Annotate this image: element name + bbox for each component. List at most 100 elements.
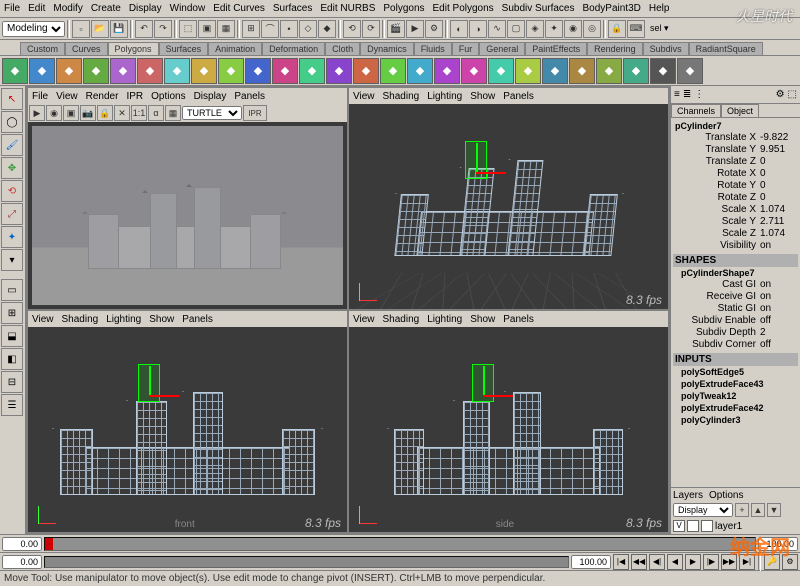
step-fwd-icon[interactable]: ▶▶ <box>721 554 737 570</box>
shelf-tab-general[interactable]: General <box>479 42 525 55</box>
snap-curve-icon[interactable]: ⌒ <box>261 20 279 38</box>
select-by-component-icon[interactable]: ▦ <box>217 20 235 38</box>
channel-attr[interactable]: Rotate Y0 <box>673 180 798 192</box>
outliner-pane-icon[interactable]: ☰ <box>1 394 23 416</box>
mask-dynamic-icon[interactable]: ✦ <box>545 20 563 38</box>
vp-menu-shading[interactable]: Shading <box>383 91 420 102</box>
shelf-tab-radiantsquare[interactable]: RadiantSquare <box>689 42 763 55</box>
shelf-tab-custom[interactable]: Custom <box>20 42 65 55</box>
undo-icon[interactable]: ↶ <box>135 20 153 38</box>
shelf-poly-icon-15[interactable]: ◆ <box>407 58 433 84</box>
select-tool-icon[interactable]: ↖ <box>1 88 23 110</box>
shelf-poly-icon-12[interactable]: ◆ <box>326 58 352 84</box>
layers-options-tab[interactable]: Options <box>709 490 743 501</box>
channel-attr[interactable]: Rotate Z0 <box>673 192 798 204</box>
rotate-tool-icon[interactable]: ⟲ <box>1 180 23 202</box>
menu-file[interactable]: File <box>4 3 20 14</box>
manip-tool-icon[interactable]: ✦ <box>1 226 23 248</box>
time-slider[interactable] <box>0 534 800 552</box>
scale-tool-icon[interactable]: ⤢ <box>1 203 23 225</box>
layer-vis-toggle[interactable]: V <box>673 520 685 532</box>
display-alpha-icon[interactable]: α <box>148 105 164 121</box>
layer-row[interactable]: V layer1 <box>673 520 798 532</box>
shelf-poly-icon-13[interactable]: ◆ <box>353 58 379 84</box>
menu-subdiv-surfaces[interactable]: Subdiv Surfaces <box>502 3 575 14</box>
shelf-poly-icon-22[interactable]: ◆ <box>596 58 622 84</box>
shelf-poly-icon-9[interactable]: ◆ <box>245 58 271 84</box>
shelf-tab-cloth[interactable]: Cloth <box>325 42 360 55</box>
prefs-icon[interactable]: ⚙ <box>782 554 798 570</box>
shape-attr[interactable]: Subdiv Corneroff <box>673 339 798 351</box>
snap-grid-icon[interactable]: ⊞ <box>242 20 260 38</box>
step-back-icon[interactable]: ◀◀ <box>631 554 647 570</box>
vp-menu-shading[interactable]: Shading <box>62 314 99 325</box>
menu-bodypaint3d[interactable]: BodyPaint3D <box>583 3 641 14</box>
single-pane-icon[interactable]: ▭ <box>1 279 23 301</box>
render-region-icon[interactable]: ▣ <box>63 105 79 121</box>
shelf-poly-icon-16[interactable]: ◆ <box>434 58 460 84</box>
goto-end-icon[interactable]: ▶| <box>739 554 755 570</box>
layer-color-swatch[interactable] <box>701 520 713 532</box>
input-node[interactable]: polyExtrudeFace43 <box>673 378 798 390</box>
shape-attr[interactable]: Subdiv Enableoff <box>673 315 798 327</box>
shape-name[interactable]: pCylinderShape7 <box>673 267 798 279</box>
prev-key-icon[interactable]: ◀| <box>649 554 665 570</box>
vp-menu-show[interactable]: Show <box>149 314 174 325</box>
cb-manip2-icon[interactable]: ≣ <box>683 89 691 100</box>
shelf-poly-icon-3[interactable]: ◆ <box>83 58 109 84</box>
cb-manip-icon[interactable]: ≡ <box>674 89 680 100</box>
tab-object[interactable]: Object <box>721 104 759 117</box>
mask-handle-icon[interactable]: ◐ <box>450 20 468 38</box>
vp-menu-panels[interactable]: Panels <box>503 91 534 102</box>
shelf-tab-polygons[interactable]: Polygons <box>108 42 159 55</box>
display-rgb-icon[interactable]: ▦ <box>165 105 181 121</box>
range-slider[interactable]: |◀ ◀◀ ◀| ◀ ▶ |▶ ▶▶ ▶| 🔑 ⚙ <box>0 552 800 570</box>
vp-menu-panels[interactable]: Panels <box>182 314 213 325</box>
shelf-tab-surfaces[interactable]: Surfaces <box>159 42 209 55</box>
menu-edit[interactable]: Edit <box>28 3 45 14</box>
shelf-tab-deformation[interactable]: Deformation <box>262 42 325 55</box>
range-end-field[interactable] <box>571 555 611 569</box>
shape-attr[interactable]: Cast GIon <box>673 279 798 291</box>
input-node[interactable]: polySoftEdge5 <box>673 366 798 378</box>
next-key-icon[interactable]: |▶ <box>703 554 719 570</box>
shape-attr[interactable]: Static GIon <box>673 303 798 315</box>
menu-window[interactable]: Window <box>170 3 206 14</box>
ipr-icon[interactable]: ◉ <box>46 105 62 121</box>
ipr-render-icon[interactable]: ▶ <box>406 20 424 38</box>
render-menu-view[interactable]: View <box>56 91 78 102</box>
render-menu-options[interactable]: Options <box>151 91 185 102</box>
menu-edit-nurbs[interactable]: Edit NURBS <box>320 3 375 14</box>
auto-key-icon[interactable]: 🔑 <box>764 554 780 570</box>
menu-display[interactable]: Display <box>129 3 162 14</box>
menu-help[interactable]: Help <box>649 3 670 14</box>
vp-menu-view[interactable]: View <box>353 314 375 325</box>
vp-menu-show[interactable]: Show <box>470 91 495 102</box>
cb-manip3-icon[interactable]: ⋮ <box>694 89 704 100</box>
shelf-poly-icon-10[interactable]: ◆ <box>272 58 298 84</box>
shelf-poly-icon-24[interactable]: ◆ <box>650 58 676 84</box>
shelf-poly-icon-0[interactable]: ◆ <box>2 58 28 84</box>
layer-name[interactable]: layer1 <box>715 521 742 532</box>
shelf-tab-dynamics[interactable]: Dynamics <box>360 42 414 55</box>
shelf-poly-icon-7[interactable]: ◆ <box>191 58 217 84</box>
snap-live-icon[interactable]: ◆ <box>318 20 336 38</box>
channel-attr[interactable]: Scale Y2.711 <box>673 216 798 228</box>
shelf-tab-subdivs[interactable]: Subdivs <box>643 42 689 55</box>
ipr-button[interactable]: IPR <box>243 105 267 121</box>
mask-render-icon[interactable]: ◉ <box>564 20 582 38</box>
shelf-tab-fur[interactable]: Fur <box>452 42 480 55</box>
paint-select-tool-icon[interactable]: 🖌 <box>1 134 23 156</box>
cb-settings-icon[interactable]: ⚙ <box>776 89 785 100</box>
range-start-field[interactable] <box>2 555 42 569</box>
vp-menu-lighting[interactable]: Lighting <box>427 91 462 102</box>
time-start-field[interactable] <box>2 537 42 551</box>
history-off-icon[interactable]: ⟳ <box>362 20 380 38</box>
menu-create[interactable]: Create <box>91 3 121 14</box>
menu-modify[interactable]: Modify <box>53 3 82 14</box>
channel-attr[interactable]: Translate Z0 <box>673 156 798 168</box>
shelf-tab-curves[interactable]: Curves <box>65 42 108 55</box>
move-down-icon[interactable]: ▼ <box>767 503 781 517</box>
input-node[interactable]: polyTweak12 <box>673 390 798 402</box>
snap-point-icon[interactable]: • <box>280 20 298 38</box>
